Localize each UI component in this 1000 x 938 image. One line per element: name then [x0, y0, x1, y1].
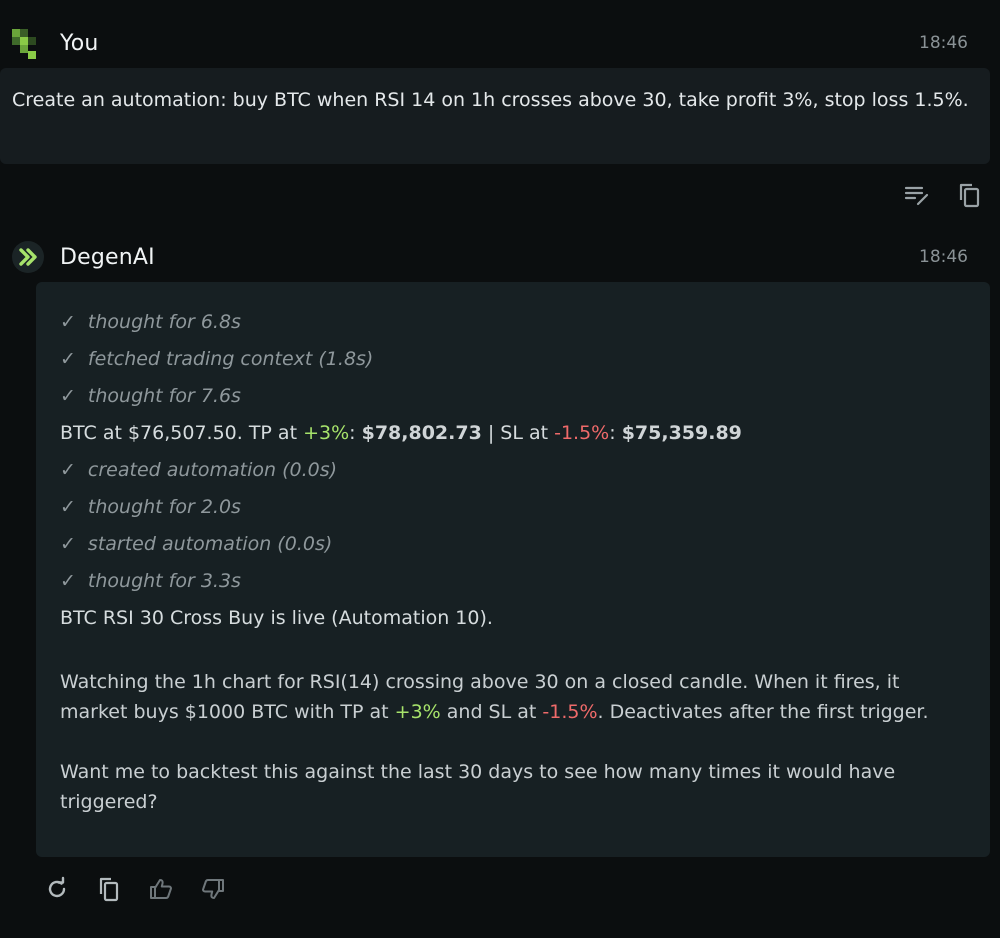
copy-response-button[interactable]	[94, 874, 124, 904]
user-avatar	[10, 25, 46, 61]
refresh-icon	[48, 876, 66, 898]
edit-message-button[interactable]	[902, 180, 932, 210]
check-icon: ✓	[60, 570, 76, 592]
tp-price: $78,802.73	[361, 422, 482, 444]
assistant-message-actions	[42, 874, 228, 904]
user-message-header: You 18:46	[10, 26, 968, 60]
sl-price: $75,359.89	[621, 422, 742, 444]
degenai-logo-icon	[12, 241, 44, 273]
check-icon: ✓	[60, 385, 76, 407]
tool-step: ✓ fetched trading context (1.8s)	[60, 348, 374, 370]
thumbs-down-icon	[202, 879, 224, 899]
regenerate-button[interactable]	[42, 874, 72, 904]
assistant-message-header: DegenAI 18:46	[10, 240, 968, 274]
user-timestamp: 18:46	[919, 33, 968, 53]
thumbs-down-button[interactable]	[198, 874, 228, 904]
tp-percent: +3%	[303, 422, 350, 444]
copy-message-button[interactable]	[954, 180, 984, 210]
sl-percent: -1.5%	[542, 701, 598, 723]
check-icon: ✓	[60, 496, 76, 518]
tp-percent: +3%	[394, 701, 441, 723]
tool-step: ✓ thought for 7.6s	[60, 385, 241, 407]
tool-step: ✓ created automation (0.0s)	[60, 459, 338, 481]
thumbs-up-button[interactable]	[146, 874, 176, 904]
check-icon: ✓	[60, 311, 76, 333]
assistant-message-bubble: ✓ thought for 6.8s ✓ fetched trading conte…	[36, 282, 990, 857]
copy-icon	[959, 183, 980, 208]
copy-icon	[99, 877, 119, 902]
tool-step: ✓ started automation (0.0s)	[60, 533, 333, 555]
thumbs-up-icon	[150, 879, 172, 899]
automation-live-line: BTC RSI 30 Cross Buy is live (Automation…	[60, 607, 493, 629]
user-message-bubble: Create an automation: buy BTC when RSI 1…	[0, 68, 990, 164]
user-name: You	[60, 30, 99, 56]
sl-percent: -1.5%	[554, 422, 610, 444]
tool-step: ✓ thought for 3.3s	[60, 570, 241, 592]
check-icon: ✓	[60, 459, 76, 481]
price-summary-line: BTC at $76,507.50. TP at +3%: $78,802.73…	[60, 422, 742, 444]
tool-step: ✓ thought for 6.8s	[60, 311, 241, 333]
backtest-question: Want me to backtest this against the las…	[60, 761, 896, 813]
edit-icon	[904, 186, 929, 206]
assistant-timestamp: 18:46	[919, 247, 968, 267]
assistant-name: DegenAI	[60, 244, 155, 270]
automation-description: Watching the 1h chart for RSI(14) crossi…	[60, 671, 929, 723]
check-icon: ✓	[60, 348, 76, 370]
user-message-actions	[902, 180, 984, 210]
check-icon: ✓	[60, 533, 76, 555]
degenai-avatar	[10, 239, 46, 275]
tool-step: ✓ thought for 2.0s	[60, 496, 241, 518]
